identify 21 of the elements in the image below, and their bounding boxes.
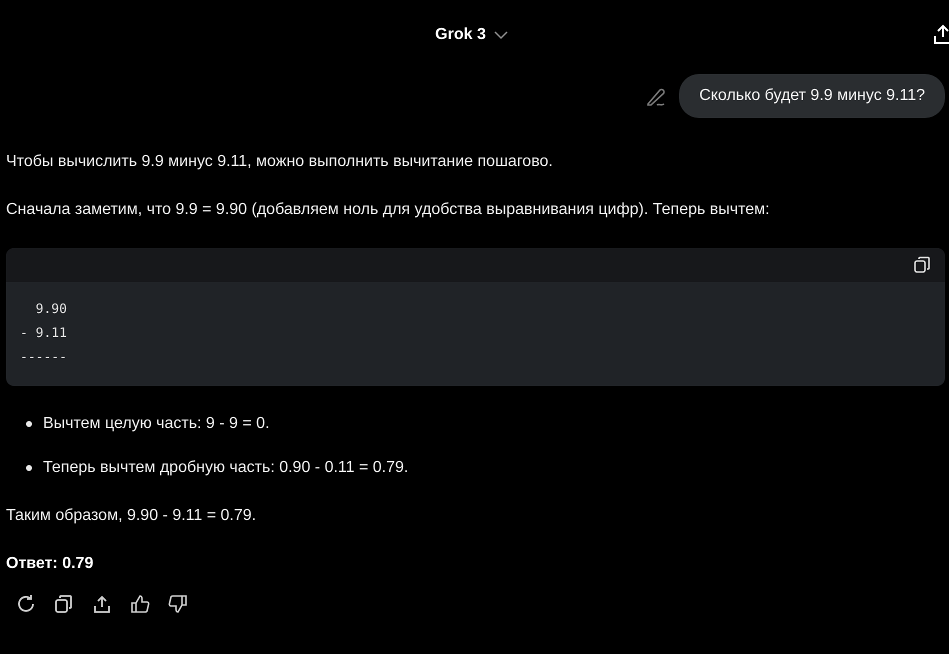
share-icon[interactable] — [92, 594, 112, 614]
bullet-icon — [26, 465, 32, 471]
answer-paragraph: Сначала заметим, что 9.9 = 9.90 (добавляем ноль для удобства выравнивания цифр). Теперь вычтем: — [6, 200, 771, 220]
bullet-icon — [26, 421, 32, 427]
copy-icon[interactable] — [913, 256, 931, 274]
answer-paragraph: Чтобы вычислить 9.9 минус 9.11, можно выполнить вычитание пошагово. — [6, 152, 554, 172]
share-icon[interactable] — [934, 24, 949, 44]
code-line: 9.90 — [34, 301, 68, 319]
code-line: - 9.11 — [20, 325, 68, 343]
answer-paragraph: Таким образом, 9.90 - 9.11 = 0.79. — [6, 506, 258, 526]
answer-paragraph: Ответ: 0.79 — [6, 554, 94, 574]
model-selector[interactable]: Grok 3 — [435, 26, 508, 44]
code-line: ------ — [20, 349, 68, 367]
thumbs-up-icon[interactable] — [130, 594, 150, 614]
list-item-text: Теперь вычтем дробную часть: 0.90 - 0.11 = 0.79. — [43, 458, 408, 478]
list-item-text: Вычтем целую часть: 9 - 9 = 0. — [43, 414, 270, 434]
regenerate-icon[interactable] — [16, 594, 36, 614]
thumbs-down-icon[interactable] — [168, 594, 188, 614]
user-message: Сколько будет 9.9 минус 9.11? — [679, 74, 945, 118]
chevron-down-icon — [494, 30, 508, 40]
copy-icon[interactable] — [54, 594, 74, 614]
